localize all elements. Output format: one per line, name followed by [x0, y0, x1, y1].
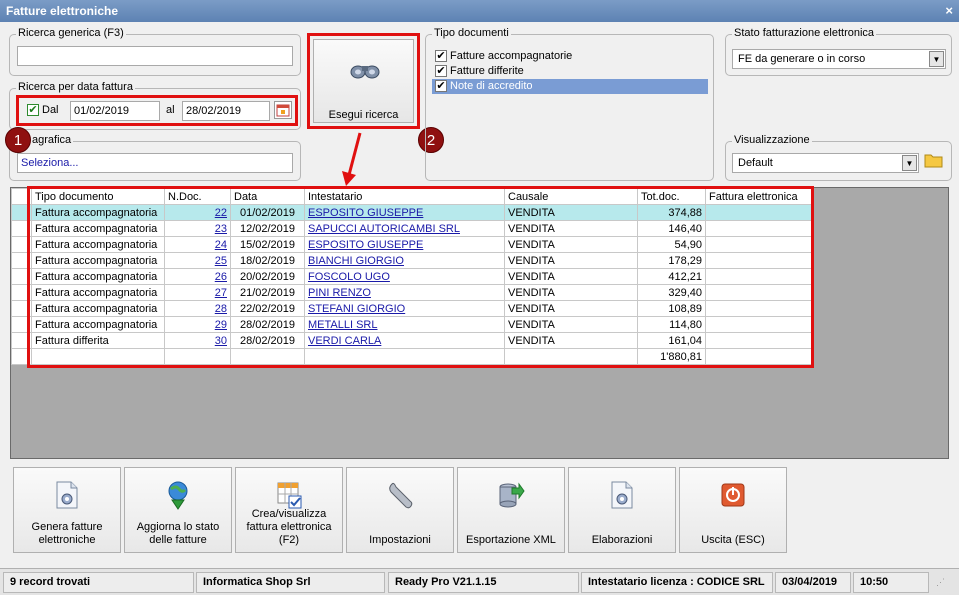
tipo-documenti-list: ✔ Fatture accompagnatorie ✔ Fatture differ…	[432, 49, 708, 94]
toolbar-button-label: Uscita (ESC)	[701, 534, 765, 546]
toolbar-button-label: Esportazione XML	[466, 534, 556, 546]
tipo-doc-label: Fatture differite	[450, 65, 524, 77]
globe-download-icon	[164, 480, 192, 510]
toolbar-button-4[interactable]: Impostazioni	[346, 467, 454, 553]
window-titlebar: Fatture elettroniche ×	[0, 0, 959, 22]
esegui-ricerca-label: Esegui ricerca	[328, 109, 399, 121]
tipo-doc-item[interactable]: ✔ Fatture differite	[432, 64, 708, 79]
tipo-doc-item[interactable]: ✔ Note di accredito	[432, 79, 708, 94]
window-title: Fatture elettroniche	[6, 4, 119, 18]
visualizzazione-select[interactable]: Default ▼	[732, 153, 919, 173]
stato-fe-value: FE da generare o in corso	[738, 53, 866, 65]
dal-date-input[interactable]: 01/02/2019	[70, 101, 160, 121]
calendar-icon[interactable]	[274, 101, 292, 119]
chevron-down-icon[interactable]: ▼	[902, 155, 917, 171]
tipo-doc-item[interactable]: ✔ Fatture accompagnatorie	[432, 49, 708, 64]
visualizzazione-value: Default	[738, 157, 773, 169]
wrench-icon	[386, 480, 414, 510]
al-date-input[interactable]: 28/02/2019	[182, 101, 270, 121]
status-version: Ready Pro V21.1.15	[388, 572, 579, 593]
toolbar-button-label: Aggiorna lo stato delle fatture	[136, 521, 220, 546]
document-gear-icon	[53, 480, 81, 510]
step-badge-1: 1	[5, 127, 31, 153]
power-icon	[719, 480, 747, 510]
ricerca-generica-label: Ricerca generica (F3)	[16, 27, 126, 39]
tipo-doc-label: Fatture accompagnatorie	[450, 50, 573, 62]
close-icon[interactable]: ×	[945, 0, 953, 22]
results-highlight	[27, 186, 814, 368]
toolbar-button-label: Genera fatture elettroniche	[31, 521, 103, 546]
tipo-documenti-group: Tipo documenti ✔ Fatture accompagnatorie …	[425, 27, 714, 181]
toolbar-button-2[interactable]: Aggiorna lo stato delle fatture	[124, 467, 232, 553]
toolbar-button-5[interactable]: Esportazione XML	[457, 467, 565, 553]
binoculars-icon	[350, 65, 380, 79]
database-export-icon	[497, 480, 525, 510]
status-bar: 9 record trovati Informatica Shop Srl Re…	[0, 568, 959, 595]
document-gear-icon	[608, 480, 636, 510]
status-records: 9 record trovati	[3, 572, 194, 593]
stato-fe-select[interactable]: FE da generare o in corso ▼	[732, 49, 946, 69]
check-icon: ✔	[435, 65, 447, 78]
ricerca-generica-group: Ricerca generica (F3)	[9, 27, 301, 76]
visualizzazione-label: Visualizzazione	[732, 134, 812, 146]
dal-label: Dal	[42, 104, 59, 116]
toolbar-button-label: Crea/visualizza fattura elettronica (F2)	[246, 508, 332, 546]
toolbar-button-label: Elaborazioni	[591, 534, 653, 546]
esegui-ricerca-button[interactable]: Esegui ricerca	[313, 39, 414, 123]
anagrafica-group: agrafica Seleziona...	[9, 134, 301, 181]
toolbar-button-1[interactable]: Genera fatture elettroniche	[13, 467, 121, 553]
folder-icon[interactable]	[924, 151, 946, 173]
status-company: Informatica Shop Srl	[196, 572, 385, 593]
check-icon: ✔	[435, 50, 447, 63]
al-label: al	[166, 104, 175, 116]
chevron-down-icon[interactable]: ▼	[929, 51, 944, 67]
status-time: 10:50	[853, 572, 929, 593]
stato-fe-group: Stato fatturazione elettronica FE da gen…	[725, 27, 952, 76]
anagrafica-select[interactable]: Seleziona...	[17, 153, 293, 173]
tipo-documenti-label: Tipo documenti	[432, 27, 511, 39]
ricerca-generica-input[interactable]	[17, 46, 293, 66]
stato-fe-label: Stato fatturazione elettronica	[732, 27, 877, 39]
check-icon: ✔	[435, 80, 447, 93]
grid-check-icon	[275, 480, 303, 510]
toolbar-button-6[interactable]: Elaborazioni	[568, 467, 676, 553]
red-arrow-icon	[342, 132, 362, 186]
anagrafica-label: agrafica	[30, 134, 74, 146]
ricerca-data-label: Ricerca per data fattura	[16, 81, 135, 93]
tipo-doc-label: Note di accredito	[450, 80, 533, 92]
dal-checkbox[interactable]: ✔ Dal	[27, 104, 59, 117]
resize-grip-icon[interactable]: ⋰	[936, 577, 950, 591]
status-date: 03/04/2019	[775, 572, 851, 593]
status-license: Intestatario licenza : CODICE SRL	[581, 572, 773, 593]
checkbox-check-icon: ✔	[27, 104, 39, 117]
visualizzazione-group: Visualizzazione Default ▼	[725, 134, 952, 181]
toolbar-button-label: Impostazioni	[369, 534, 431, 546]
toolbar-button-3[interactable]: Crea/visualizza fattura elettronica (F2)	[235, 467, 343, 553]
toolbar-button-7[interactable]: Uscita (ESC)	[679, 467, 787, 553]
